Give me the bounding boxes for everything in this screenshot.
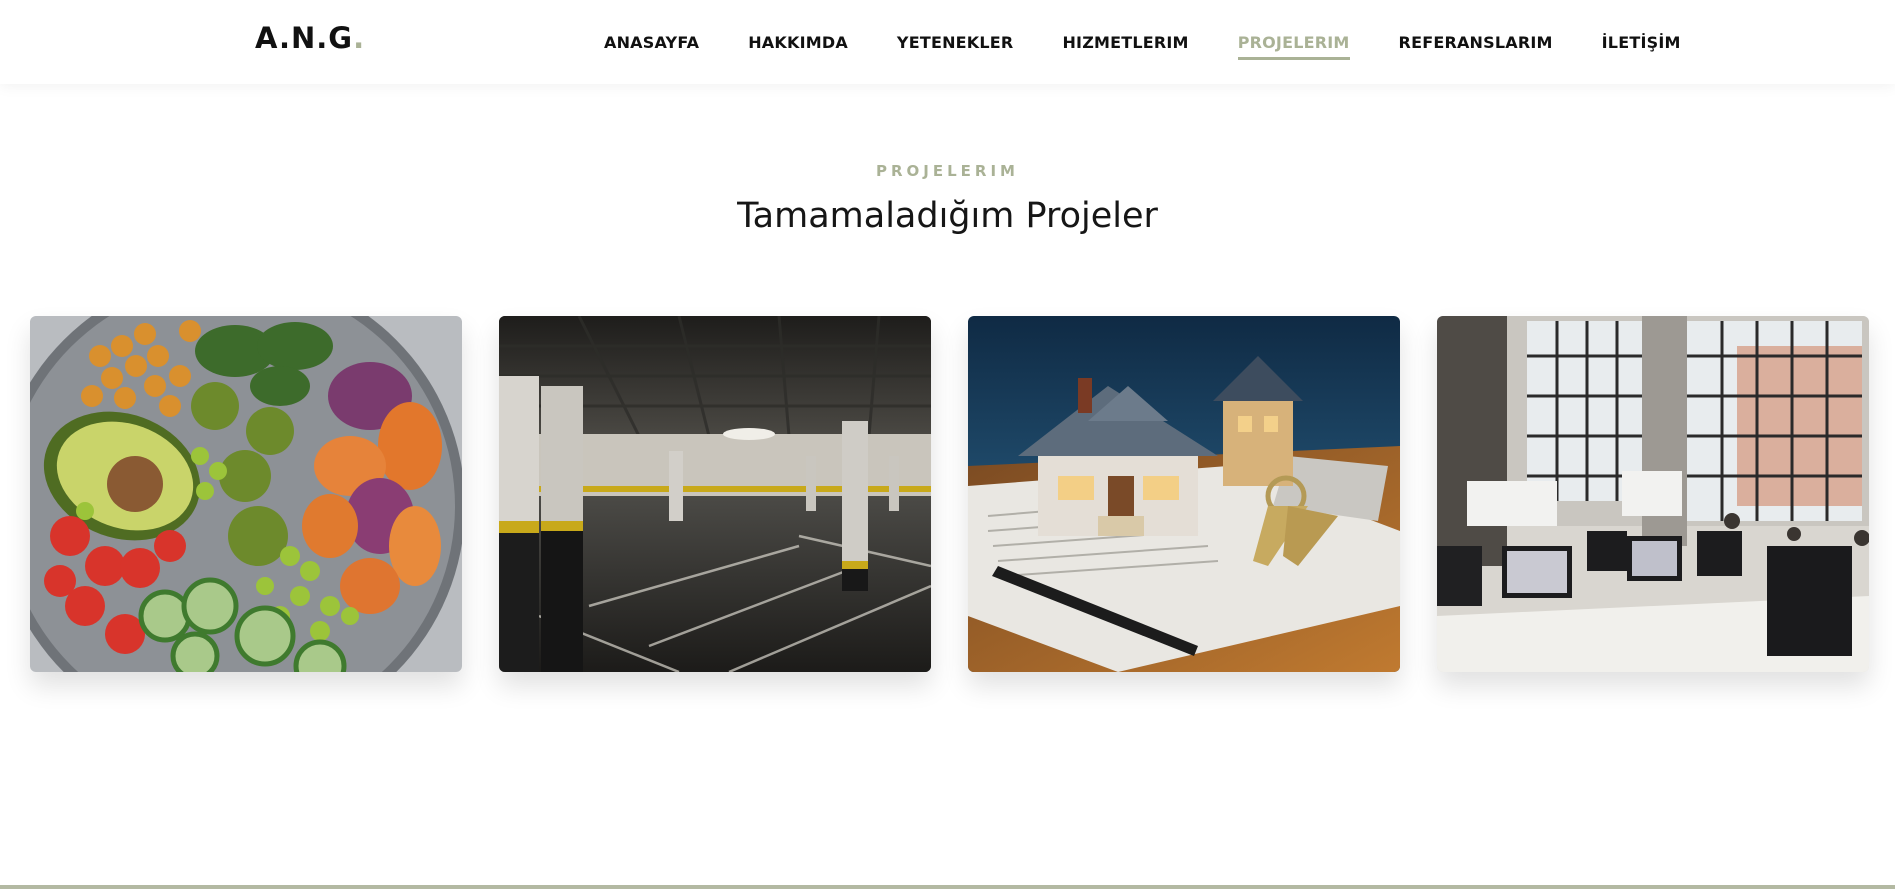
nav-item-anasayfa[interactable]: ANASAYFA <box>604 27 699 58</box>
logo-dot: . <box>353 21 366 55</box>
project-card-2[interactable] <box>499 316 931 672</box>
nav-item-hakkimda[interactable]: HAKKIMDA <box>748 27 848 58</box>
parking-garage-image <box>499 316 931 672</box>
site-logo[interactable]: A.N.G. <box>255 21 365 55</box>
food-bowl-image <box>30 316 462 672</box>
logo-text: A.N.G <box>255 21 354 55</box>
nav-item-yetenekler[interactable]: YETENEKLER <box>897 27 1014 58</box>
nav-item-iletisim[interactable]: İLETİŞİM <box>1602 27 1681 58</box>
project-card-1[interactable] <box>30 316 462 672</box>
section-eyebrow: PROJELERIM <box>876 162 1019 180</box>
house-model-keys-image <box>968 316 1400 672</box>
office-workspace-image <box>1437 316 1869 672</box>
section-title: Tamamaladığım Projeler <box>737 196 1158 236</box>
site-header: A.N.G. ANASAYFA HAKKIMDA YETENEKLER HIZM… <box>0 0 1895 84</box>
nav-item-hizmetlerim[interactable]: HIZMETLERIM <box>1062 27 1188 58</box>
project-card-4[interactable] <box>1437 316 1869 672</box>
nav-item-projelerim[interactable]: PROJELERIM <box>1237 27 1350 60</box>
footer-divider <box>0 885 1895 889</box>
project-card-3[interactable] <box>968 316 1400 672</box>
nav-item-referanslarim[interactable]: REFERANSLARIM <box>1399 27 1553 58</box>
main-nav: ANASAYFA HAKKIMDA YETENEKLER HIZMETLERIM… <box>604 0 1681 84</box>
